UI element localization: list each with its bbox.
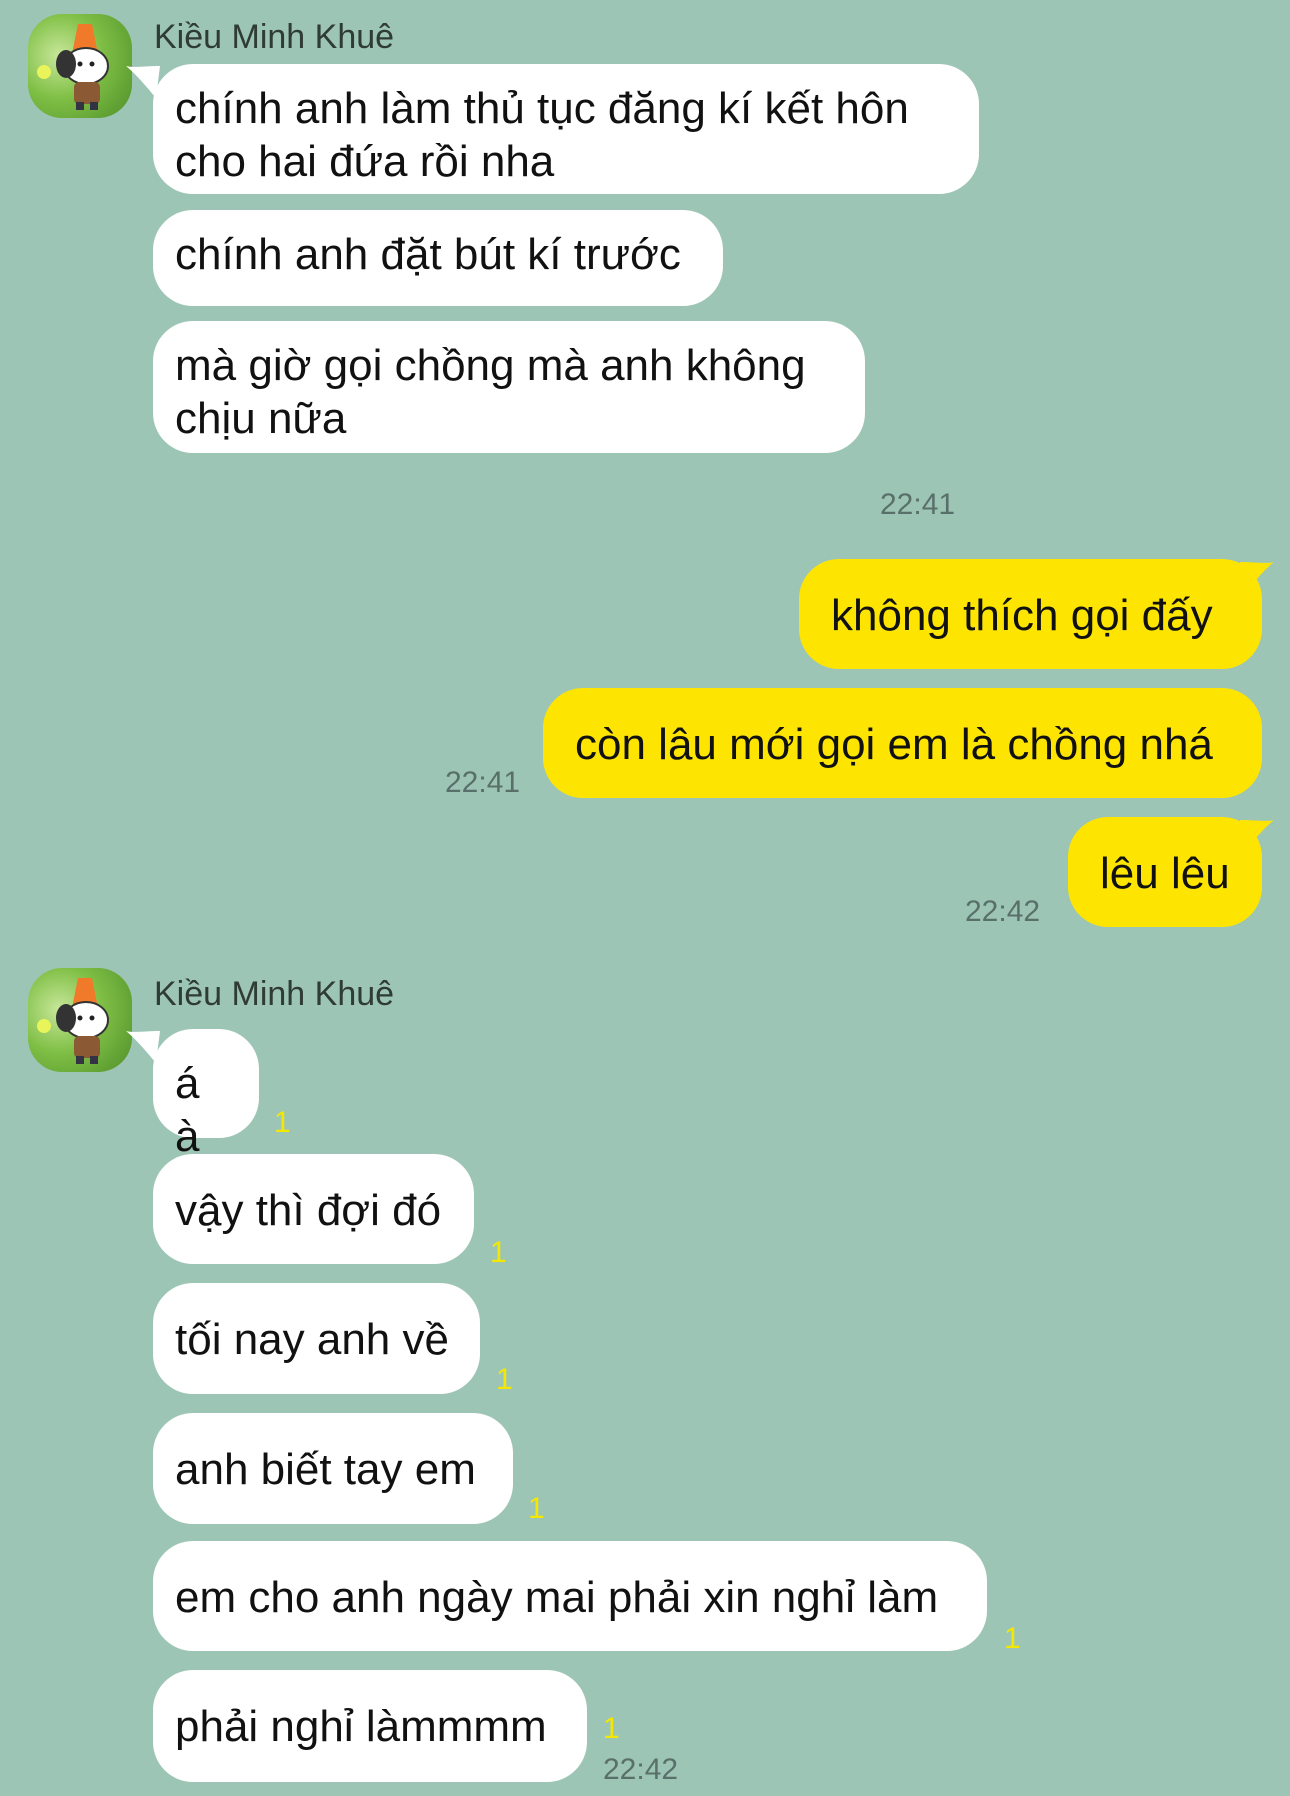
- message-timestamp: 22:41: [880, 488, 956, 521]
- read-count: 1: [603, 1712, 620, 1745]
- message-bubble[interactable]: anh biết tay em: [153, 1413, 513, 1524]
- message-bubble[interactable]: mà giờ gọi chồng mà anh không chịu nữa: [153, 321, 865, 453]
- message-bubble[interactable]: chính anh làm thủ tục đăng kí kết hôn ch…: [153, 64, 979, 194]
- message-bubble[interactable]: lêu lêu: [1068, 817, 1262, 927]
- read-count: 1: [496, 1363, 513, 1396]
- message-bubble[interactable]: chính anh đặt bút kí trước: [153, 210, 723, 306]
- message-bubble[interactable]: em cho anh ngày mai phải xin nghỉ làm: [153, 1541, 987, 1651]
- contact-avatar[interactable]: [28, 968, 132, 1072]
- message-timestamp: 22:41: [445, 766, 521, 799]
- contact-avatar[interactable]: [28, 14, 132, 118]
- avatar-character-icon: [37, 24, 109, 110]
- read-count: 1: [274, 1106, 291, 1139]
- message-bubble[interactable]: tối nay anh về: [153, 1283, 480, 1394]
- sender-name: Kiều Minh Khuê: [154, 18, 395, 56]
- message-bubble[interactable]: vậy thì đợi đó: [153, 1154, 474, 1264]
- read-count: 1: [490, 1236, 507, 1269]
- message-timestamp: 22:42: [965, 895, 1041, 928]
- message-bubble[interactable]: không thích gọi đấy: [799, 559, 1262, 669]
- message-bubble[interactable]: á à: [153, 1029, 259, 1161]
- read-count: 1: [528, 1492, 545, 1525]
- message-bubble[interactable]: phải nghỉ làmmmm: [153, 1670, 587, 1782]
- message-bubble[interactable]: còn lâu mới gọi em là chồng nhá: [543, 688, 1262, 798]
- message-timestamp: 22:42: [603, 1753, 679, 1786]
- sender-name: Kiều Minh Khuê: [154, 975, 395, 1013]
- avatar-character-icon: [37, 978, 109, 1064]
- read-count: 1: [1004, 1622, 1021, 1655]
